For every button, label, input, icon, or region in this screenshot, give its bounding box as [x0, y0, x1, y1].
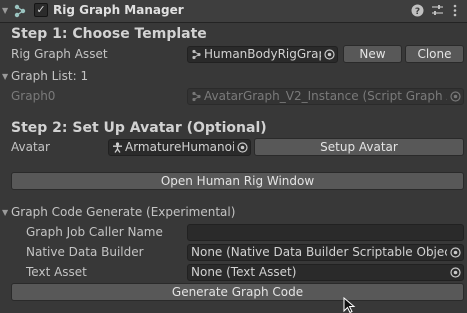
presets-sliders-icon[interactable] [431, 4, 444, 17]
object-picker-icon[interactable] [324, 49, 335, 60]
object-picker-icon[interactable] [237, 142, 248, 153]
graph0-field: AvatarGraph_V2_Instance (Script Graph As… [187, 88, 464, 105]
clone-button[interactable]: Clone [405, 45, 464, 63]
script-graph-asset-icon [192, 91, 201, 102]
avatar-field[interactable]: ArmatureHumanoid [108, 139, 251, 156]
step2-heading: Step 2: Set Up Avatar (Optional) [11, 120, 267, 136]
open-human-rig-window-button[interactable]: Open Human Rig Window [11, 172, 464, 190]
graph-job-caller-name-input[interactable] [187, 224, 464, 241]
codegen-foldout-arrow-icon[interactable]: ▼ [2, 208, 8, 217]
object-picker-icon[interactable] [450, 267, 461, 278]
generate-graph-code-button[interactable]: Generate Graph Code [11, 283, 464, 301]
native-data-builder-value: None (Native Data Builder Scriptable Obj… [191, 245, 447, 259]
setup-avatar-button[interactable]: Setup Avatar [254, 138, 464, 156]
script-graph-asset-icon [192, 49, 201, 60]
avatar-value: ArmatureHumanoid [125, 140, 234, 154]
text-asset-value: None (Text Asset) [191, 265, 297, 279]
avatar-humanoid-icon [113, 142, 122, 153]
collapse-arrow-icon[interactable]: ▼ [2, 6, 8, 15]
script-graph-icon [14, 4, 26, 18]
text-asset-field[interactable]: None (Text Asset) [187, 264, 464, 281]
kebab-menu-icon[interactable] [452, 4, 458, 17]
graph-list-foldout[interactable]: Graph List: 1 [11, 69, 88, 83]
component-enabled-checkbox[interactable]: ✓ [34, 3, 48, 17]
text-asset-label: Text Asset [26, 265, 87, 279]
rig-graph-asset-value: HumanBodyRigGraph [204, 47, 321, 61]
native-data-builder-field[interactable]: None (Native Data Builder Scriptable Obj… [187, 244, 464, 261]
rig-graph-asset-field[interactable]: HumanBodyRigGraph [187, 46, 338, 63]
step1-heading: Step 1: Choose Template [11, 26, 207, 42]
component-title: Rig Graph Manager [53, 3, 184, 17]
native-data-builder-label: Native Data Builder [26, 245, 144, 259]
object-picker-icon [450, 91, 461, 102]
graph-job-caller-name-label: Graph Job Caller Name [26, 225, 163, 239]
graph0-label: Graph0 [11, 89, 56, 103]
avatar-label: Avatar [11, 140, 50, 154]
graph0-value: AvatarGraph_V2_Instance (Script Graph As… [204, 89, 447, 103]
svg-text:?: ? [415, 7, 420, 17]
mouse-cursor-icon [343, 297, 356, 313]
object-picker-icon[interactable] [450, 247, 461, 258]
codegen-foldout[interactable]: Graph Code Generate (Experimental) [11, 205, 235, 219]
help-icon[interactable]: ? [411, 4, 424, 17]
graph-list-foldout-arrow-icon[interactable]: ▼ [2, 72, 8, 81]
new-button[interactable]: New [343, 45, 402, 63]
rig-graph-asset-label: Rig Graph Asset [11, 47, 108, 61]
